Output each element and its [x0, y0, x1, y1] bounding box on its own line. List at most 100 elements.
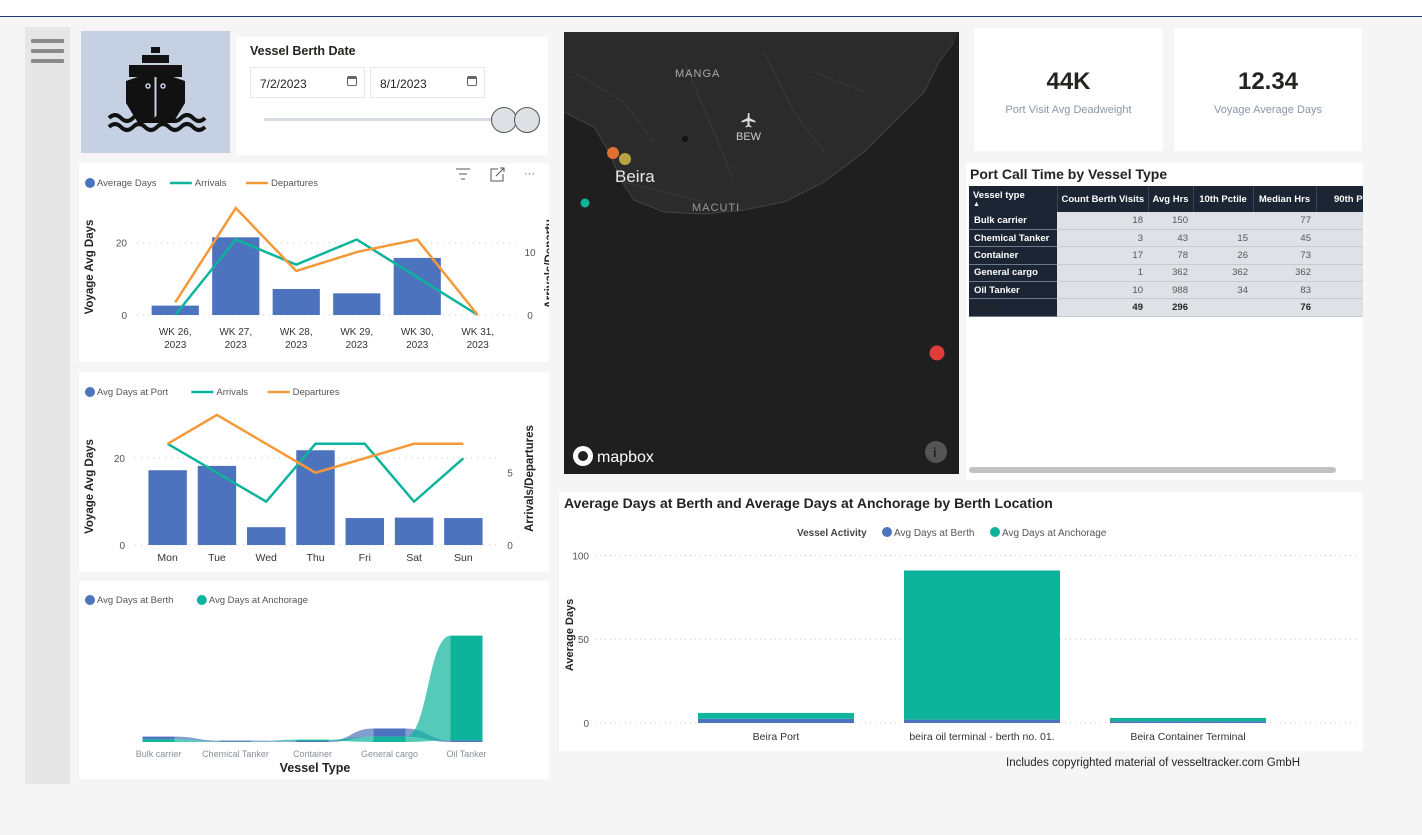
table-cell: 296 — [1148, 298, 1193, 317]
vessel-type-ribbon-chart-svg: Avg Days at Berth Avg Days at Anchorage Bu… — [85, 595, 487, 775]
column-header[interactable]: Median Hrs — [1253, 186, 1317, 212]
table-cell: 43 — [1148, 229, 1193, 248]
ribbon — [405, 635, 451, 742]
map-canvas[interactable]: MANGA BEW Beira MACUTI mapbox i — [564, 32, 959, 474]
legend-dot-marker — [196, 595, 207, 605]
column-header[interactable]: 10th Pctile — [1193, 186, 1254, 212]
legend-dot-marker — [85, 387, 95, 397]
ribbon-bar — [296, 740, 329, 742]
y-tick-label: 0 — [583, 719, 589, 730]
table-cell: 362 — [1253, 264, 1316, 283]
legend-label: Avg Days at Anchorage — [1002, 528, 1107, 539]
x-axis-title: Vessel Type — [280, 761, 351, 775]
table-cell: 1 — [1057, 264, 1148, 283]
y-tick-label: 0 — [119, 541, 125, 552]
table-total-row[interactable]: Total49296 763 — [969, 298, 1363, 317]
ribbon-bar — [450, 740, 483, 742]
table-cell: 362 — [1193, 264, 1253, 283]
calendar-icon[interactable] — [467, 76, 477, 86]
map-marker[interactable] — [607, 147, 619, 159]
filter-icon[interactable] — [456, 168, 470, 180]
x-tick-label: WK 31, 2023 — [461, 327, 494, 351]
table-row[interactable]: Oil Tanker10988348325 — [969, 281, 1363, 300]
x-tick-label: Mon — [157, 552, 178, 564]
legend-dot-marker — [85, 595, 95, 605]
map-marker[interactable] — [580, 198, 590, 208]
kpi-value: 44K — [1046, 68, 1091, 95]
y-axis-title: Voyage Avg Days — [84, 220, 96, 315]
slider-end-handle[interactable] — [514, 107, 540, 133]
table-cell: Oil Tanker — [969, 281, 1057, 300]
column-header[interactable]: Count Berth Visits — [1057, 186, 1149, 212]
table-row[interactable]: General cargo13623623623 — [969, 264, 1363, 283]
copyright-footer: Includes copyrighted material of vesselt… — [1006, 757, 1301, 769]
bar — [444, 518, 483, 545]
bar — [246, 527, 286, 545]
x-tick-label: Fri — [359, 552, 371, 564]
visual-header: ··· — [456, 167, 535, 182]
info-icon[interactable]: i — [925, 441, 947, 463]
logo-tile — [81, 31, 230, 153]
bar-segment — [698, 712, 854, 719]
table-cell: General cargo — [969, 264, 1057, 283]
table-cell: 73 — [1253, 246, 1316, 265]
x-tick-label: Beira Port — [753, 731, 800, 743]
sort-ascending-icon[interactable]: ▲ — [973, 201, 1053, 208]
map-label-macuti: MACUTI — [692, 202, 740, 214]
map-marker[interactable] — [619, 153, 631, 165]
bar — [272, 288, 320, 315]
table-row[interactable]: Chemical Tanker 3 43 15 45 — [969, 229, 1363, 248]
x-tick-label: Oil Tanker — [446, 749, 486, 759]
daily-port-chart-svg: Avg Days at Port Arrivals Departures 0 20 0 5 V… — [84, 387, 536, 564]
bar — [197, 465, 237, 545]
x-tick-label: Chemical Tanker — [202, 749, 269, 759]
table-cell: 15 — [1193, 229, 1253, 248]
column-header-label: Vessel type — [973, 190, 1025, 201]
table-cell: 362 — [1148, 264, 1193, 283]
x-tick-label: WK 29, 2023 — [340, 327, 373, 351]
legend-dot-marker — [990, 527, 1000, 537]
kpi-card-voyage-days: 12.34 Voyage Average Days — [1174, 28, 1362, 151]
table-row[interactable]: Container177826731 — [969, 246, 1363, 265]
start-date-input[interactable]: 7/2/2023 — [250, 67, 365, 98]
hamburger-menu-icon[interactable] — [31, 39, 64, 69]
table-cell: 150 — [1148, 212, 1193, 230]
y2-tick-label: 5 — [507, 469, 513, 480]
end-date-input[interactable]: 8/1/2023 — [370, 67, 485, 98]
table-cell: 2 — [1316, 212, 1363, 230]
bar — [345, 518, 385, 545]
column-header[interactable]: Avg Hrs — [1148, 186, 1194, 212]
date-range-track[interactable] — [264, 118, 504, 121]
more-options-icon[interactable]: ··· — [524, 168, 535, 180]
focus-mode-icon[interactable] — [490, 167, 505, 182]
table-cell: 10 — [1057, 281, 1148, 300]
table-cell: 3 — [1316, 298, 1363, 317]
map-marker[interactable] — [929, 345, 945, 361]
x-tick-label: General cargo — [361, 749, 418, 759]
calendar-icon[interactable] — [347, 76, 357, 86]
table-cell: Bulk carrier — [969, 212, 1057, 230]
y-axis-title: Voyage Avg Days — [84, 439, 96, 534]
port-map[interactable]: MANGA BEW Beira MACUTI mapbox i — [564, 32, 959, 474]
table-cell: 26 — [1193, 246, 1253, 265]
x-tick-label: Tue — [208, 552, 226, 564]
legend-label: Arrivals — [195, 178, 227, 189]
legend-label: Avg Days at Anchorage — [209, 595, 308, 606]
legend-label: Arrivals — [216, 387, 248, 398]
horizontal-scrollbar[interactable] — [969, 467, 1336, 473]
bar-segment — [698, 718, 854, 723]
table-row[interactable]: Bulk carrier18150 772 — [969, 212, 1363, 230]
weekly-voyage-chart-svg: Average Days Arrivals Departures 0 20 0 10 Voya… — [84, 178, 556, 351]
start-date-value: 7/2/2023 — [260, 77, 307, 91]
bar-segment — [904, 570, 1060, 720]
weekly-voyage-chart: Average Days Arrivals Departures 0 20 0 10 Voya… — [79, 163, 556, 362]
legend-label: Departures — [271, 178, 318, 189]
table-cell: 3 — [1316, 264, 1363, 283]
column-header[interactable]: 90th Pct — [1316, 186, 1363, 212]
x-tick-label: WK 30, 2023 — [401, 327, 434, 351]
y2-tick-label: 0 — [507, 541, 513, 552]
column-header[interactable]: Vessel type ▲ — [969, 186, 1058, 212]
port-call-table: Vessel type ▲ Count Berth Visits Avg Hrs 10t… — [969, 186, 1363, 317]
bar-segment — [1110, 717, 1266, 722]
y-tick-label: 20 — [114, 454, 126, 465]
